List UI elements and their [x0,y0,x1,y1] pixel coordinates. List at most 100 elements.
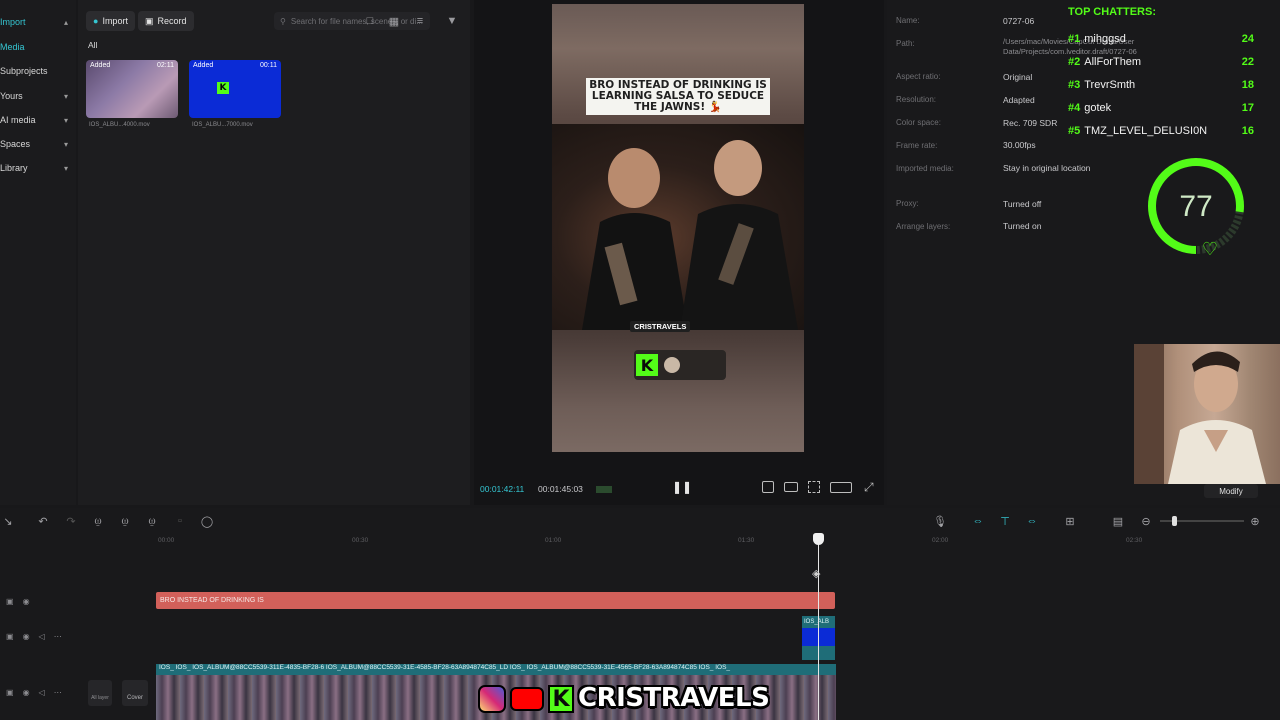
chatter-count: 24 [1241,33,1254,45]
people-silhouette [582,140,798,330]
clip-name: IOS_ALBU...7000.mov [192,122,253,128]
playhead-handle[interactable] [813,533,824,545]
modify-button[interactable]: Modify [1204,484,1258,498]
chatter-name: gotek [1084,102,1112,114]
ruler-tick: 01:30 [738,537,755,544]
keyframe-icon[interactable]: ◈ [812,567,824,580]
import-label: Import [102,16,128,26]
zoom-in-icon[interactable]: ⊕ [1247,513,1263,529]
grid-view-icon[interactable]: ▦ [386,13,402,29]
chatter-count: 18 [1241,79,1254,91]
audio-meter [596,486,612,493]
prop-value-resolution: Adapted [1003,95,1035,105]
playhead[interactable] [818,536,819,720]
nav-item-label: Subprojects [0,66,48,76]
eye-icon[interactable]: ◉ [23,688,30,697]
search-input[interactable]: ⚲ Search for file names, scenes, or di..… [274,12,430,30]
microphone-icon[interactable]: 🎙 [932,513,948,529]
chevron-down-icon: ▾ [63,139,68,149]
nav-item-library[interactable]: Library ▾ [0,158,72,178]
all-layer-button[interactable]: All layer [88,680,112,706]
video-tagline: CRISTRAVELS [630,321,691,332]
import-button[interactable]: ● Import [86,11,135,31]
safe-zone-icon[interactable] [784,482,798,492]
crop-icon[interactable] [762,481,774,493]
lock-icon[interactable]: ▣ [6,688,14,697]
magnet-icon[interactable]: ⇔ [970,513,986,529]
split-right-icon[interactable]: ⍹ [144,513,160,529]
nav-item-label: Media [0,42,25,52]
prop-label: Path: [896,39,915,48]
redo-icon[interactable]: ↷ [63,513,79,529]
text-clip[interactable]: BRO INSTEAD OF DRINKING IS [156,592,835,609]
speaker-icon[interactable]: ◁ [39,688,45,697]
more-icon[interactable]: ⋯ [54,688,62,697]
select-tool-icon[interactable]: ↘ [0,513,16,529]
captions-icon[interactable]: ▤ [1110,513,1126,529]
split-icon[interactable]: ⍹ [90,513,106,529]
nav-item-media[interactable]: Media [0,37,72,57]
chatter-rank: #4 [1068,102,1081,114]
media-clip-2[interactable]: Added 00:11 K [189,60,281,118]
lock-icon[interactable]: ▣ [6,597,14,606]
chatter-row: #5 TMZ_LEVEL_DELUSI0N 16 [1068,125,1254,141]
prop-label: Frame rate: [896,141,938,150]
preview-axis-icon[interactable]: ⇔ [1024,513,1040,529]
prop-label: Arrange layers: [896,222,951,231]
chatter-count: 22 [1241,56,1254,68]
chatter-count: 17 [1241,102,1254,114]
added-tag: Added [193,62,214,69]
heart-icon: ♡ [1202,239,1218,258]
zoom-slider-handle[interactable] [1172,516,1177,526]
media-clip-1[interactable]: Added 02:11 [86,60,178,118]
streamer-silhouette [1134,344,1266,484]
eye-icon[interactable]: ◉ [23,632,30,641]
nav-item-ai-media[interactable]: AI media ▾ [0,110,72,130]
chevron-down-icon: ▾ [63,91,68,101]
chatter-row: #3 TrevrSmth 18 [1068,79,1254,95]
kick-logo-icon: K [217,82,229,94]
record-button[interactable]: ▣ Record [138,11,194,31]
nav-item-label: Spaces [0,139,31,149]
chevron-up-icon: ▴ [63,17,68,27]
prop-label: Imported media: [896,164,954,173]
prop-label: Aspect ratio: [896,72,941,81]
fit-icon[interactable] [808,481,820,493]
prop-value-aspect: Original [1003,72,1033,82]
nav-item-label: Import [0,17,26,27]
undo-icon[interactable]: ↶ [35,513,51,529]
current-time: 00:01:42:11 [480,484,525,494]
chatter-count: 16 [1241,125,1254,137]
gauge-value: 77 [1179,190,1212,223]
more-icon[interactable]: ⋯ [54,632,62,641]
nav-item-import[interactable]: Import ▴ [0,12,72,32]
zoom-out-icon[interactable]: ⊖ [1138,513,1154,529]
filter-icon[interactable]: ▼ [444,13,460,29]
fullscreen-icon[interactable]: ⤢ [864,480,878,494]
ratio-button[interactable] [830,482,852,493]
nav-item-subprojects[interactable]: Subprojects [0,61,72,81]
pause-icon[interactable]: ❚❚ [672,480,692,496]
delete-icon[interactable]: ▫ [172,513,188,529]
sort-icon[interactable]: ≡ [412,13,428,29]
prop-value-proxy: Turned off [1003,199,1042,209]
cover-button[interactable]: Cover [122,680,148,706]
clip-name: IOS_ALBU...4000.mov [89,122,150,128]
video-preview[interactable]: BRO INSTEAD OF DRINKING IS LEARNING SALS… [552,4,804,452]
track-options-icon[interactable]: ⊞ [1062,513,1078,529]
split-left-icon[interactable]: ⍹ [117,513,133,529]
folder-icon[interactable]: □ [362,13,378,29]
nav-item-yours[interactable]: Yours ▾ [0,86,72,106]
link-icon[interactable]: ⊤ [997,513,1013,529]
filter-all-tab[interactable]: All [88,40,97,50]
eye-icon[interactable]: ◉ [23,597,30,606]
kick-badge: K [634,350,726,380]
total-time: 00:01:45:03 [538,484,583,494]
speaker-icon[interactable]: ◁ [39,632,45,641]
nav-item-spaces[interactable]: Spaces ▾ [0,134,72,154]
chatter-rank: #2 [1068,56,1081,68]
ruler-tick: 02:30 [1126,537,1143,544]
media-panel: ● Import ▣ Record ⚲ Search for file name… [78,0,470,505]
lock-icon[interactable]: ▣ [6,632,14,641]
shield-icon[interactable]: ◯ [199,513,215,529]
